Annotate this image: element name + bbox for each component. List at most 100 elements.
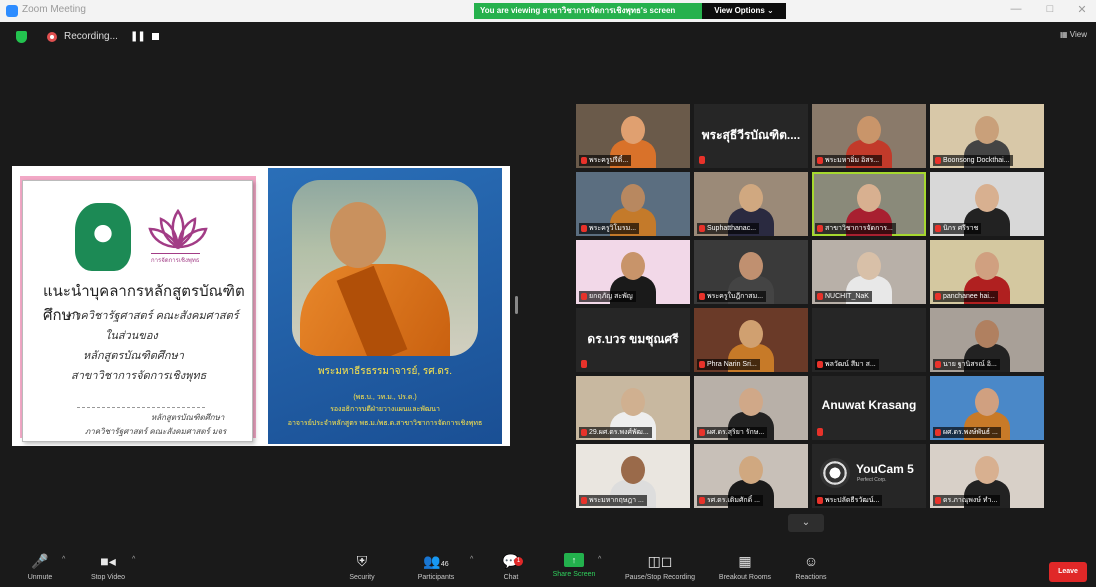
participant-tile[interactable]: ดร.บวร ขมชุณศรี bbox=[576, 308, 690, 372]
participant-tile[interactable]: พระมหาอิ่ม อิสร... bbox=[812, 104, 926, 168]
participant-tile[interactable]: ผศ.ดร.สุริยา รักษ... bbox=[694, 376, 808, 440]
share-screen-button[interactable]: ↑ Share Screen bbox=[546, 548, 602, 587]
breakout-label: Breakout Rooms bbox=[718, 574, 772, 581]
muted-mic-icon bbox=[935, 293, 941, 300]
participant-tile[interactable]: Boonsong Dockthai... bbox=[930, 104, 1044, 168]
participants-count: 46 bbox=[440, 561, 449, 568]
stop-video-button[interactable]: ■◂ Stop Video bbox=[82, 548, 134, 587]
participant-tile[interactable]: พระสุธีวีรบัณฑิต.... bbox=[694, 104, 808, 168]
participant-tile[interactable]: Phra Narin Sri... bbox=[694, 308, 808, 372]
reactions-button[interactable]: ☺ Reactions bbox=[786, 548, 836, 587]
participant-display-name: Anuwat Krasang bbox=[821, 398, 917, 412]
video-options-caret-icon[interactable]: ^ bbox=[132, 556, 135, 563]
chat-label: Chat bbox=[503, 574, 519, 581]
chat-button[interactable]: 💬 Chat bbox=[494, 548, 528, 587]
participant-tile[interactable]: NUCHIT_NaK bbox=[812, 240, 926, 304]
participant-face bbox=[857, 252, 881, 280]
slide-line: ในส่วนของ bbox=[105, 330, 158, 342]
participant-tile[interactable]: นิกร ศรีราช bbox=[930, 172, 1044, 236]
audio-options-caret-icon[interactable]: ^ bbox=[62, 556, 65, 563]
participant-face bbox=[621, 184, 645, 212]
unmute-button[interactable]: 🎤 Unmute bbox=[18, 548, 62, 587]
stop-recording-icon[interactable] bbox=[152, 33, 159, 40]
muted-mic-icon bbox=[817, 428, 823, 436]
participant-face bbox=[739, 252, 763, 280]
participant-name: นิกร ศรีราช bbox=[933, 223, 982, 234]
gallery-next-page-button[interactable]: ⌄ bbox=[788, 514, 824, 532]
participant-name: สาขาวิชาการจัดการ... bbox=[815, 223, 896, 234]
participant-tile[interactable]: พระครูใบฎีกาสม... bbox=[694, 240, 808, 304]
participant-tile[interactable]: นาย ฐานิสรณ์ อิ... bbox=[930, 308, 1044, 372]
participant-tile[interactable]: ดร.ภาณุพงษ์ ทำ... bbox=[930, 444, 1044, 508]
title-bar: Zoom Meeting You are viewing สาขาวิชาการ… bbox=[0, 0, 1096, 22]
video-camera-icon: ■◂ bbox=[100, 553, 116, 569]
view-options-button[interactable]: View Options ⌄ bbox=[702, 3, 786, 19]
participant-name: พลวัฒน์ สีมา ส... bbox=[815, 359, 879, 370]
participant-tile[interactable]: ยกฤภัญ สะพัญ bbox=[576, 240, 690, 304]
participant-name: ผศ.ดร.สุริยา รักษ... bbox=[697, 427, 768, 438]
participant-name: พระครูใบฎีกาสม... bbox=[697, 291, 767, 302]
participant-tile[interactable]: พลวัฒน์ สีมา ส... bbox=[812, 308, 926, 372]
slide-pink-panel: การจัดการเชิงพุทธ แนะนำบุคลากรหลักสูตรบั… bbox=[20, 176, 256, 442]
minimize-icon[interactable]: — bbox=[1004, 3, 1028, 15]
participants-button[interactable]: 👥46 Participants bbox=[404, 548, 468, 587]
pause-recording-label: Pause/Stop Recording bbox=[624, 574, 696, 581]
participant-tile[interactable]: พระครูปรีดิ์... bbox=[576, 104, 690, 168]
zoom-logo-icon bbox=[6, 5, 18, 17]
participant-tile[interactable]: พระมหากฤษฎา ... bbox=[576, 444, 690, 508]
participant-face bbox=[975, 184, 999, 212]
participant-name: Suphatthanac... bbox=[697, 223, 760, 234]
participant-name: ผศ.ดร.พงษ์พันธ์ ... bbox=[933, 427, 1001, 438]
shared-screen-slide: การจัดการเชิงพุทธ แนะนำบุคลากรหลักสูตรบั… bbox=[12, 166, 510, 446]
participant-name: รศ.ดร.เติมศักดิ์ ... bbox=[697, 495, 763, 506]
participant-tile[interactable]: พระครูวิโมรม... bbox=[576, 172, 690, 236]
participant-tile[interactable]: YouCam 5 Perfect Corp. พระปลัดธีรวัฒน์... bbox=[812, 444, 926, 508]
muted-mic-icon bbox=[581, 360, 587, 368]
participant-name: พระครูวิโมรม... bbox=[579, 223, 640, 234]
lotus-logo bbox=[148, 208, 208, 250]
participant-name: พระครูปรีดิ์... bbox=[579, 155, 632, 166]
share-options-caret-icon[interactable]: ^ bbox=[598, 556, 601, 563]
participant-name: พระมหากฤษฎา ... bbox=[579, 495, 647, 506]
participant-tile[interactable]: 29.ผศ.ดร.พงศ์พัฒ... bbox=[576, 376, 690, 440]
breakout-rooms-button[interactable]: ▦ Breakout Rooms bbox=[710, 548, 780, 587]
muted-mic-icon bbox=[699, 361, 705, 368]
teacher-role: อาจารย์ประจำหลักสูตร พธ.ม./พธ.ด.สาขาวิชา… bbox=[287, 420, 483, 427]
participants-label: Participants bbox=[417, 574, 455, 581]
slide-footer-line: หลักสูตรบัณฑิตศึกษา bbox=[151, 413, 225, 422]
participant-tile[interactable]: สาขาวิชาการจัดการ... bbox=[812, 172, 926, 236]
muted-mic-icon bbox=[581, 429, 587, 436]
muted-mic-icon bbox=[699, 156, 705, 164]
participant-face bbox=[975, 320, 999, 348]
participant-display-name: พระสุธีวีรบัณฑิต.... bbox=[701, 128, 801, 142]
split-view-divider[interactable] bbox=[515, 296, 518, 314]
participant-tile[interactable]: panchanee hai... bbox=[930, 240, 1044, 304]
participant-face bbox=[975, 388, 999, 416]
muted-mic-icon bbox=[581, 225, 587, 232]
view-layout-button[interactable]: ▦ View bbox=[1060, 30, 1087, 39]
pause-recording-icon[interactable]: ❚❚ bbox=[130, 31, 146, 42]
participant-tile[interactable]: Suphatthanac... bbox=[694, 172, 808, 236]
share-screen-label: Share Screen bbox=[552, 571, 596, 578]
muted-mic-icon bbox=[935, 157, 941, 164]
close-icon[interactable]: ✕ bbox=[1070, 3, 1094, 16]
leave-button[interactable]: Leave bbox=[1049, 562, 1087, 582]
participant-face bbox=[975, 116, 999, 144]
participant-tile[interactable]: Anuwat Krasang bbox=[812, 376, 926, 440]
participant-name: นาย ฐานิสรณ์ อิ... bbox=[933, 359, 1000, 370]
muted-mic-icon bbox=[935, 497, 941, 504]
security-button[interactable]: ⛨ Security bbox=[340, 548, 384, 587]
muted-mic-icon bbox=[699, 429, 705, 436]
participant-name: ยกฤภัญ สะพัญ bbox=[579, 291, 636, 302]
recording-status: Recording... bbox=[64, 31, 118, 42]
teacher-name: พระมหาธีรธรรมาจารย์, รศ.ดร. bbox=[317, 366, 453, 377]
participant-face bbox=[857, 184, 881, 212]
participant-tile[interactable]: ผศ.ดร.พงษ์พันธ์ ... bbox=[930, 376, 1044, 440]
participant-tile[interactable]: รศ.ดร.เติมศักดิ์ ... bbox=[694, 444, 808, 508]
muted-mic-icon bbox=[935, 429, 941, 436]
maximize-icon[interactable]: □ bbox=[1038, 3, 1062, 15]
participant-face bbox=[621, 116, 645, 144]
shield-icon: ⛨ bbox=[356, 553, 368, 569]
pause-stop-recording-button[interactable]: ◫◻ Pause/Stop Recording bbox=[612, 548, 708, 587]
participants-caret-icon[interactable]: ^ bbox=[470, 556, 473, 563]
